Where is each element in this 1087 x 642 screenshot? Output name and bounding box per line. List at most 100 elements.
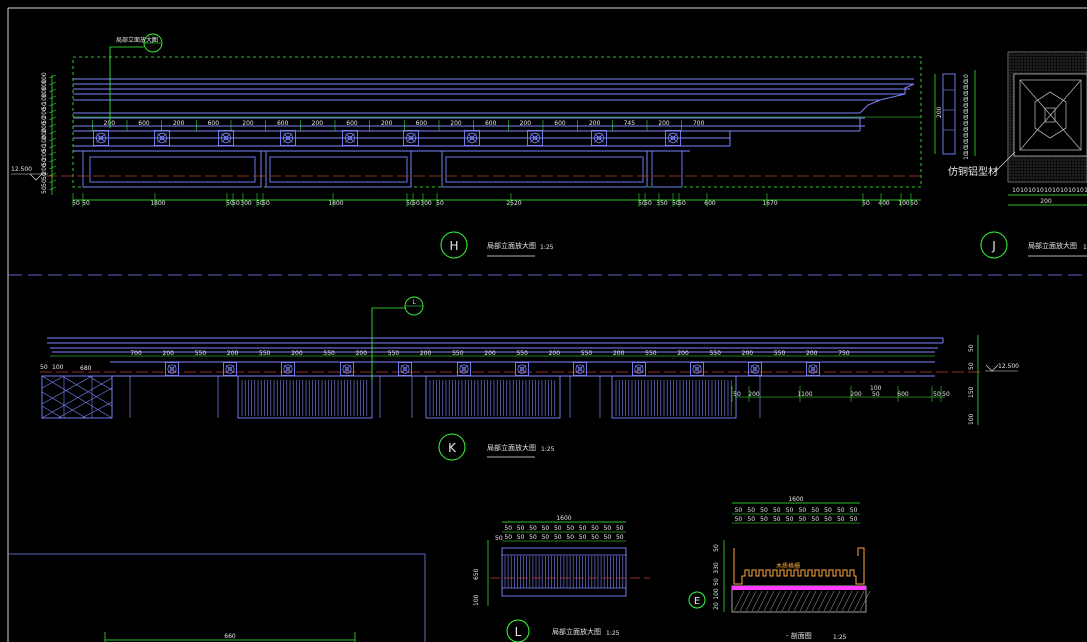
dimension-label: 50 (591, 534, 599, 541)
sheet-frame (7, 7, 1087, 642)
drawing-title: 局部立面放大图 (487, 241, 536, 250)
drawing-scale: 1:25 (833, 634, 847, 641)
k-posts (129, 376, 761, 418)
dimension-label: 50 (644, 200, 652, 207)
dimension-label: 50 (517, 525, 525, 532)
material-label: 仿铜铝型材 (948, 165, 998, 178)
dimension-label: 50 (517, 534, 525, 541)
detail-boundary (72, 56, 922, 188)
drawing-title: 局部立面放大图 (552, 627, 601, 636)
dimension-label: 10 (1068, 187, 1076, 194)
bottom-dimension-row-j: 10101010101010101010 (1012, 187, 1087, 194)
dimension-label: 50 (862, 200, 870, 207)
dimension-label: 50 (773, 516, 781, 523)
dimension-label: 50 (41, 172, 48, 180)
dimension-label: 50 (542, 534, 550, 541)
dimension-label: 330 (713, 562, 720, 574)
ornament-tile (632, 362, 646, 376)
ornament-tile (165, 362, 179, 376)
ornament-tile (223, 362, 237, 376)
dimension-label: 50 (579, 525, 587, 532)
left-dimension-column-h: 1001001001005020050200200100502005020050… (41, 72, 57, 194)
elevation-k: 700 200 550 200 550 200 550 200 550 200 550 200 550 2… (40, 296, 1019, 461)
dimension-label: 50 (837, 507, 845, 514)
dimension-label: 10 (963, 152, 970, 160)
dimension-label: 50 (786, 516, 794, 523)
dimension-label: 1800 (150, 200, 165, 207)
dimension-label: 50 (616, 525, 624, 532)
dimension-label: 1670 (762, 200, 777, 207)
dimension-label: 50 (504, 534, 512, 541)
ornament-row-k (165, 362, 820, 376)
dimension-label: 700 (693, 120, 705, 127)
dimension-label: 50 (82, 200, 90, 207)
dimension-label: 200 (658, 120, 670, 127)
dimension-label: 600 (346, 120, 358, 127)
dimension-label: 200 (520, 120, 532, 127)
dimension-label: 50 (566, 534, 574, 541)
dimension-label: 600 (277, 120, 289, 127)
dimension-label: 50 (604, 525, 612, 532)
side-dim: 650 (473, 568, 480, 580)
cornice-lines (73, 78, 915, 152)
top-total: 1600 (556, 515, 571, 522)
dimension-label: 50 (735, 516, 743, 523)
dimension-label: 600 (485, 120, 497, 127)
right-dimension-column-j: 1010101010101010101010101010 (963, 74, 970, 160)
dimension-label: 200 (450, 120, 462, 127)
dimension-label: 10 (1036, 187, 1044, 194)
drawing-scale: 1 (1083, 244, 1087, 251)
dimension-label: 50 (616, 534, 624, 541)
dimension-label: 50 (799, 516, 807, 523)
dimension-label: 600 (554, 120, 566, 127)
side-dim: 200 (936, 106, 943, 118)
dimension-label: 200 (173, 120, 185, 127)
right-dim: 50 (968, 362, 975, 370)
top-total: 1600 (788, 496, 803, 503)
side-dimensions-e: 50 330 50 100 20 (713, 544, 720, 610)
dimension-label: 50 (41, 179, 48, 187)
dimension-label: 50 (72, 200, 80, 207)
dimension-label: 350 (656, 200, 668, 207)
level-text: 12.500 (998, 363, 1019, 370)
elevation-j: 200 1010101010101010101010101010 10 10 10 1… (934, 51, 1087, 259)
dimension-label: 10 (1076, 187, 1084, 194)
section-marker-label: K (448, 441, 457, 455)
bottom-left-partial: 660 (104, 632, 356, 642)
ornament-tile (806, 362, 820, 376)
dimension-label: 50 (566, 525, 574, 532)
left-dim: 680 (80, 365, 92, 372)
dimension-label: 50 (811, 507, 819, 514)
callout-note: 局部立面放大图 (116, 36, 158, 44)
top-dimension-rows-l: 50 50 50 50 50 50 50 50 50 50 50 50 50 50 50 50 50 50 50 50 (504, 525, 623, 541)
dimension-label: 50 (504, 525, 512, 532)
bottom-total: 200 (1040, 198, 1052, 205)
dimension-label: 50 (837, 516, 845, 523)
elevation-l: 1600 50 50 50 50 50 50 50 50 50 5050 50 50 50 50 50 50 5… (473, 515, 650, 642)
side-profile-lines (943, 89, 955, 131)
dimension-label: 50 (747, 516, 755, 523)
dimension-label: 300 (240, 200, 252, 207)
ornament-tile (281, 362, 295, 376)
dimension-label: 50 (542, 525, 550, 532)
dimension-label: 20 (713, 602, 720, 610)
level-text: 12.500 (11, 166, 32, 173)
dimension-label: 2520 (506, 200, 521, 207)
mesh-hatch (41, 375, 113, 419)
dimension-label: 50 (579, 534, 587, 541)
vertical-slats (241, 380, 732, 416)
right-dim: 100 (968, 413, 975, 425)
ornament-tile (340, 362, 354, 376)
dimension-label: 50 (910, 200, 918, 207)
dimension-label: 50 (41, 186, 48, 194)
right-dim: 50 (968, 344, 975, 352)
dimension-label: 50 (529, 534, 537, 541)
dimension-label: 50 (554, 534, 562, 541)
drawing-scale: 1:25 (541, 446, 555, 453)
dimension-label: 50 (735, 507, 743, 514)
ornament-tile (515, 362, 529, 376)
dimension-label: 50 (232, 200, 240, 207)
dimension-label: 50 (604, 534, 612, 541)
bottom-small: 50 (872, 391, 880, 398)
dimension-label: 50 (850, 516, 858, 523)
